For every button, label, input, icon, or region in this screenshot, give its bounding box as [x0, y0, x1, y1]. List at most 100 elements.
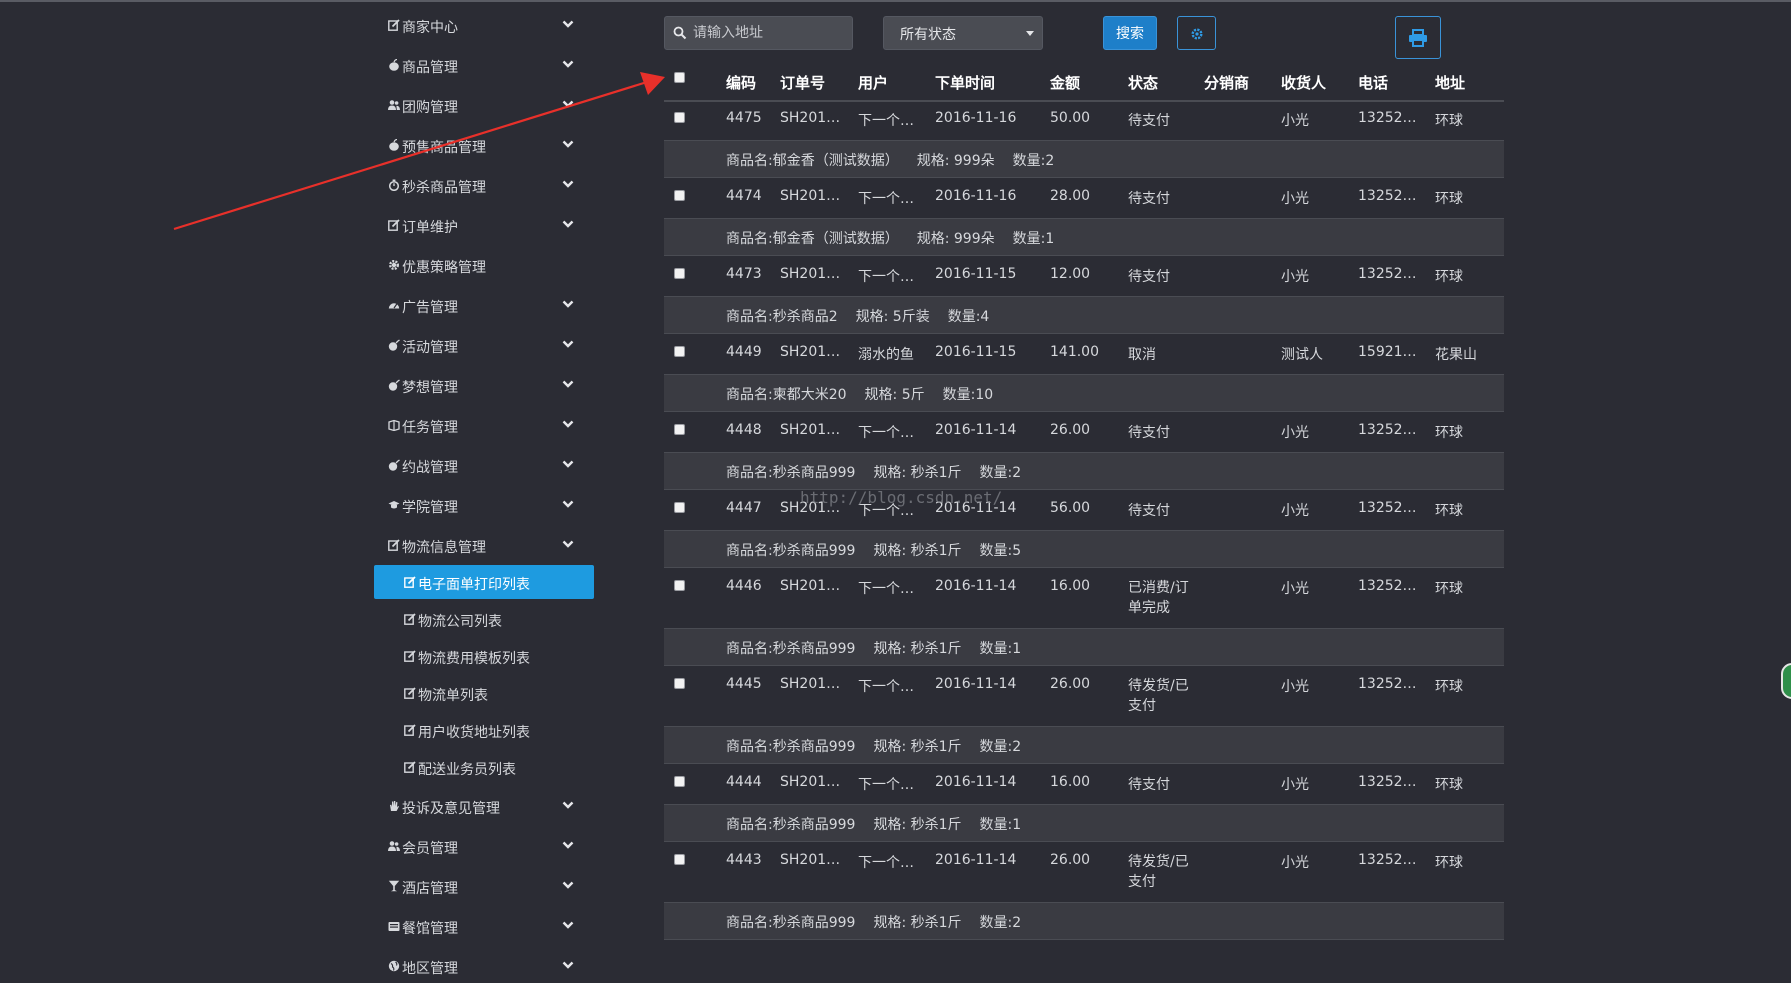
cell-phone: 13252… — [1358, 676, 1417, 692]
column-header-code[interactable]: 编码 — [726, 72, 756, 93]
cell-code: 4475 — [726, 110, 762, 126]
cell-order-time: 2016-11-14 — [935, 578, 1017, 594]
sidebar-item[interactable]: 地区管理 — [374, 951, 594, 983]
sidebar-subitem-label: 物流费用模板列表 — [418, 651, 530, 667]
table-row[interactable]: 4443 SH201… 下一个… 2016-11-14 26.00 待发货/已支付 小光 13… — [664, 842, 1504, 902]
cell-order-time: 2016-11-14 — [935, 774, 1017, 790]
cell-order-time: 2016-11-15 — [935, 266, 1017, 282]
row-checkbox[interactable] — [674, 678, 685, 689]
sidebar-item[interactable]: 梦想管理 — [374, 370, 594, 402]
sidebar-item-label: 酒店管理 — [402, 881, 458, 897]
cell-receiver: 小光 — [1281, 503, 1309, 519]
detail-product: 商品名:秒杀商品2 — [726, 309, 838, 325]
table-row[interactable]: 4449 SH201… 溺水的鱼 2016-11-15 141.00 取消 测试人 15921… — [664, 334, 1504, 374]
cell-code: 4445 — [726, 676, 762, 692]
sidebar-item[interactable]: 物流信息管理 — [374, 530, 594, 562]
settings-button[interactable] — [1177, 16, 1216, 50]
detail-product: 商品名:秒杀商品999 — [726, 543, 856, 559]
cell-status: 待发货/已支付 — [1128, 678, 1189, 714]
row-checkbox[interactable] — [674, 346, 685, 357]
cell-phone: 13252… — [1358, 188, 1417, 204]
row-checkbox[interactable] — [674, 268, 685, 279]
sidebar-subitem-label: 物流公司列表 — [418, 614, 502, 630]
row-checkbox[interactable] — [674, 776, 685, 787]
print-button[interactable] — [1395, 16, 1441, 59]
table-row[interactable]: 4475 SH201… 下一个… 2016-11-16 50.00 待支付 小光 13252…… — [664, 100, 1504, 140]
column-header-receiver[interactable]: 收货人 — [1281, 72, 1326, 93]
cell-amount: 12.00 — [1050, 266, 1091, 282]
cell-receiver: 小光 — [1281, 191, 1309, 207]
table-row[interactable]: 4474 SH201… 下一个… 2016-11-16 28.00 待支付 小光 13252…… — [664, 178, 1504, 218]
order-detail-row: 商品名:秒杀商品2 规格: 5斤装 数量:4 — [664, 296, 1504, 334]
row-checkbox[interactable] — [674, 580, 685, 591]
side-widget[interactable] — [1781, 663, 1791, 699]
chevron-down-icon — [562, 299, 574, 309]
cell-order-no: SH201… — [780, 344, 841, 360]
column-header-order-time[interactable]: 下单时间 — [935, 72, 995, 93]
column-header-order-no[interactable]: 订单号 — [780, 72, 825, 93]
cell-order-no: SH201… — [780, 422, 841, 438]
detail-product: 商品名:柬都大米20 — [726, 387, 847, 403]
table-row[interactable]: 4447 SH201… 下一个… 2016-11-14 56.00 待支付 小光 13252…… — [664, 490, 1504, 530]
detail-quantity: 数量:1 — [979, 817, 1022, 833]
column-header-address[interactable]: 地址 — [1435, 72, 1465, 93]
sidebar-subitem[interactable]: 物流公司列表 — [374, 602, 594, 636]
gear-icon — [388, 259, 400, 271]
detail-quantity: 数量:2 — [1012, 153, 1055, 169]
cell-phone: 13252… — [1358, 266, 1417, 282]
table-row[interactable]: 4448 SH201… 下一个… 2016-11-14 26.00 待支付 小光 13252…… — [664, 412, 1504, 452]
cell-receiver: 小光 — [1281, 777, 1309, 793]
detail-spec: 规格: 999朵 — [916, 153, 995, 169]
table-row[interactable]: 4446 SH201… 下一个… 2016-11-14 16.00 已消费/订单完成 小光 1… — [664, 568, 1504, 628]
search-input[interactable] — [693, 19, 843, 47]
sidebar-item[interactable]: 约战管理 — [374, 450, 594, 482]
sidebar-item[interactable]: 酒店管理 — [374, 871, 594, 903]
column-header-distributor[interactable]: 分销商 — [1204, 72, 1249, 93]
status-select[interactable]: 所有状态 — [883, 16, 1043, 50]
detail-product: 商品名:秒杀商品999 — [726, 915, 856, 931]
detail-spec: 规格: 5斤装 — [855, 309, 930, 325]
cell-code: 4443 — [726, 852, 762, 868]
users-icon — [388, 840, 400, 852]
sidebar-subitem-label: 电子面单打印列表 — [418, 577, 530, 593]
sidebar-subitem[interactable]: 用户收货地址列表 — [374, 713, 594, 747]
sidebar-item[interactable]: 投诉及意见管理 — [374, 791, 594, 823]
cell-amount: 26.00 — [1050, 422, 1091, 438]
cell-receiver: 小光 — [1281, 113, 1309, 129]
column-header-user[interactable]: 用户 — [858, 72, 888, 93]
row-checkbox[interactable] — [674, 424, 685, 435]
cell-address: 环球 — [1435, 113, 1463, 129]
search-button[interactable]: 搜索 — [1103, 16, 1157, 50]
cell-receiver: 小光 — [1281, 855, 1309, 871]
sidebar-item[interactable]: 活动管理 — [374, 330, 594, 362]
sidebar-subitem[interactable]: 配送业务员列表 — [374, 750, 594, 784]
sidebar-item-label: 优惠策略管理 — [402, 260, 486, 276]
row-checkbox[interactable] — [674, 502, 685, 513]
edit-icon — [404, 650, 416, 662]
cell-user: 下一个… — [858, 113, 914, 129]
column-header-amount[interactable]: 金额 — [1050, 72, 1080, 93]
cell-amount: 16.00 — [1050, 774, 1091, 790]
sidebar-item[interactable]: 广告管理 — [374, 290, 594, 322]
cell-user: 下一个… — [858, 679, 914, 695]
sidebar-item[interactable]: 学院管理 — [374, 490, 594, 522]
sidebar-subitem[interactable]: 物流单列表 — [374, 676, 594, 710]
table-row[interactable]: 4473 SH201… 下一个… 2016-11-15 12.00 待支付 小光 13252…… — [664, 256, 1504, 296]
column-header-status[interactable]: 状态 — [1128, 72, 1158, 93]
sidebar-subitem[interactable]: 物流费用模板列表 — [374, 639, 594, 673]
sidebar-item[interactable]: 会员管理 — [374, 831, 594, 863]
sidebar-item-label: 餐馆管理 — [402, 921, 458, 937]
order-detail-row: 商品名:郁金香（测试数据） 规格: 999朵 数量:2 — [664, 140, 1504, 178]
cell-amount: 50.00 — [1050, 110, 1091, 126]
detail-spec: 规格: 秒杀1斤 — [873, 915, 962, 931]
table-row[interactable]: 4445 SH201… 下一个… 2016-11-14 26.00 待发货/已支付 小光 13… — [664, 666, 1504, 726]
sidebar-item[interactable]: 餐馆管理 — [374, 911, 594, 943]
row-checkbox[interactable] — [674, 854, 685, 865]
table-row[interactable]: 4444 SH201… 下一个… 2016-11-14 16.00 待支付 小光 13252…… — [664, 764, 1504, 804]
book-icon — [388, 419, 400, 431]
sidebar-subitem-active[interactable]: 电子面单打印列表 — [374, 565, 594, 599]
column-header-phone[interactable]: 电话 — [1358, 72, 1388, 93]
detail-quantity: 数量:4 — [947, 309, 990, 325]
restaurant-icon — [388, 920, 400, 932]
sidebar-item[interactable]: 任务管理 — [374, 410, 594, 442]
